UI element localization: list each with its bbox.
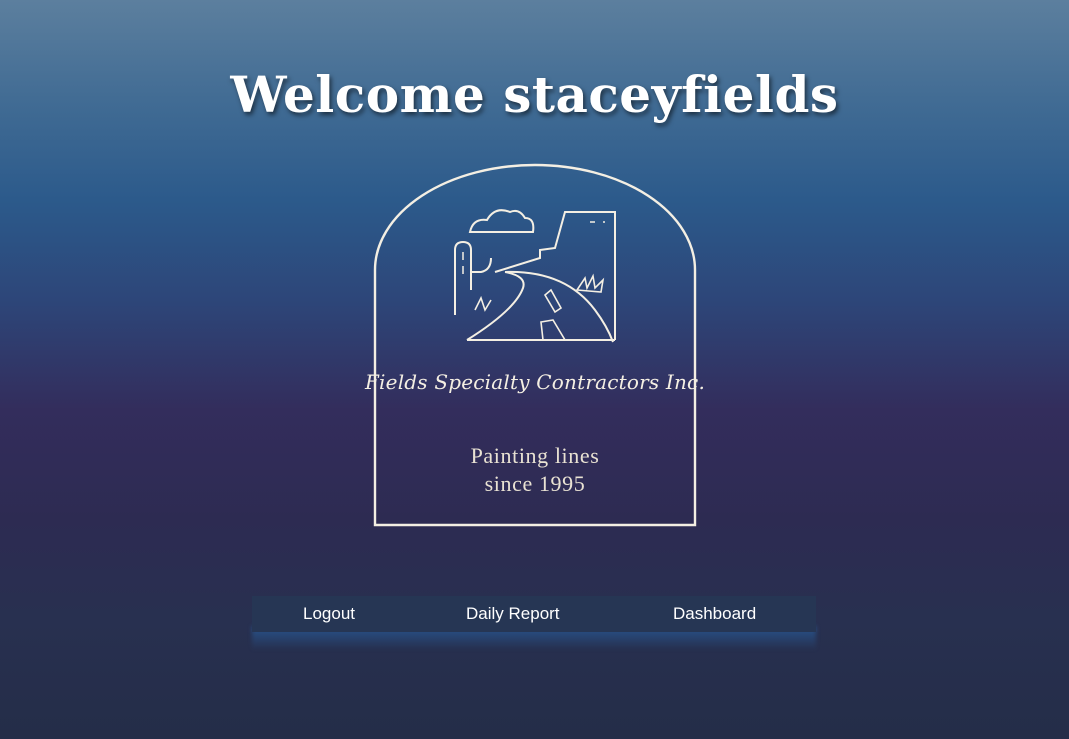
tagline-line-1: Painting lines xyxy=(470,443,600,468)
tagline-line-2: since 1995 xyxy=(484,471,586,496)
daily-report-link[interactable]: Daily Report xyxy=(466,596,560,632)
page-title: Welcome staceyfields xyxy=(230,65,839,124)
main-nav: Logout Daily Report Dashboard xyxy=(252,596,816,632)
dashboard-link[interactable]: Dashboard xyxy=(673,596,756,632)
logout-link[interactable]: Logout xyxy=(303,596,355,632)
company-name: Fields Specialty Contractors Inc. xyxy=(364,370,706,394)
company-logo: Fields Specialty Contractors Inc. Painti… xyxy=(355,160,715,532)
